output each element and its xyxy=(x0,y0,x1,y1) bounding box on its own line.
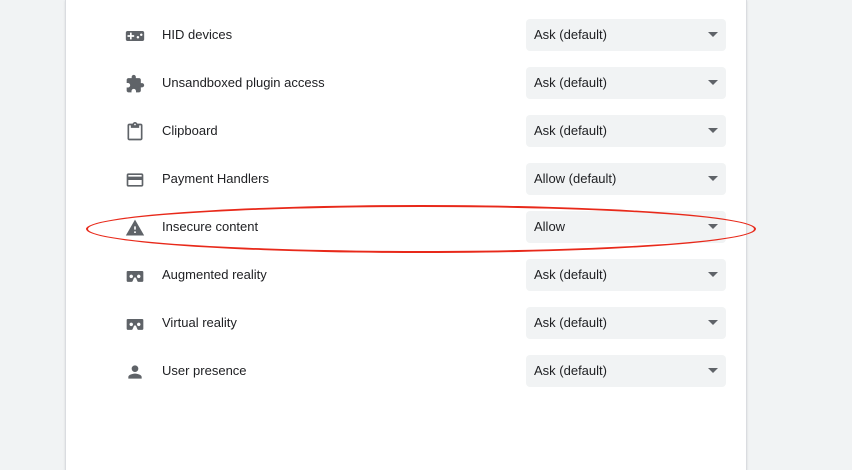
vr-headset-icon xyxy=(124,265,146,287)
unsandboxed-plugin-access-permission-select[interactable]: Ask (default) xyxy=(526,67,726,99)
select-value: Allow (default) xyxy=(534,171,617,186)
dropdown-arrow-icon xyxy=(708,80,718,85)
setting-row-payment-handlers: Payment Handlers Allow (default) xyxy=(66,155,746,203)
setting-label: HID devices xyxy=(162,27,233,42)
setting-row-hid-devices: HID devices Ask (default) xyxy=(66,11,746,59)
select-value: Ask (default) xyxy=(534,267,607,282)
dropdown-arrow-icon xyxy=(708,368,718,373)
setting-row-insecure-content: Insecure content Allow xyxy=(66,203,746,251)
vr-headset-icon xyxy=(124,313,146,335)
setting-label: Payment Handlers xyxy=(162,171,269,186)
gamepad-icon xyxy=(124,25,146,47)
dropdown-arrow-icon xyxy=(708,272,718,277)
clipboard-permission-select[interactable]: Ask (default) xyxy=(526,115,726,147)
select-value: Ask (default) xyxy=(534,315,607,330)
virtual-reality-permission-select[interactable]: Ask (default) xyxy=(526,307,726,339)
setting-row-clipboard: Clipboard Ask (default) xyxy=(66,107,746,155)
setting-label: Augmented reality xyxy=(162,267,267,282)
setting-label: Unsandboxed plugin access xyxy=(162,75,325,90)
select-value: Allow xyxy=(534,219,566,234)
select-value: Ask (default) xyxy=(534,75,607,90)
clipboard-icon xyxy=(124,121,146,143)
payment-handlers-permission-select[interactable]: Allow (default) xyxy=(526,163,726,195)
dropdown-arrow-icon xyxy=(708,176,718,181)
warning-icon xyxy=(124,217,146,239)
select-value: Ask (default) xyxy=(534,27,607,42)
augmented-reality-permission-select[interactable]: Ask (default) xyxy=(526,259,726,291)
setting-label: User presence xyxy=(162,363,247,378)
person-icon xyxy=(124,361,146,383)
dropdown-arrow-icon xyxy=(708,320,718,325)
dropdown-arrow-icon xyxy=(708,224,718,229)
insecure-content-permission-select[interactable]: Allow xyxy=(526,211,726,243)
setting-label: Clipboard xyxy=(162,123,218,138)
select-value: Ask (default) xyxy=(534,123,607,138)
dropdown-arrow-icon xyxy=(708,32,718,37)
select-value: Ask (default) xyxy=(534,363,607,378)
user-presence-permission-select[interactable]: Ask (default) xyxy=(526,355,726,387)
setting-label: Insecure content xyxy=(162,219,259,234)
dropdown-arrow-icon xyxy=(708,128,718,133)
puzzle-piece-icon xyxy=(124,73,146,95)
setting-row-augmented-reality: Augmented reality Ask (default) xyxy=(66,251,746,299)
site-settings-card: HID devices Ask (default) Unsandboxed pl… xyxy=(65,0,747,470)
credit-card-icon xyxy=(124,169,146,191)
hid-devices-permission-select[interactable]: Ask (default) xyxy=(526,19,726,51)
setting-row-virtual-reality: Virtual reality Ask (default) xyxy=(66,299,746,347)
setting-label: Virtual reality xyxy=(162,315,237,330)
setting-row-unsandboxed-plugin-access: Unsandboxed plugin access Ask (default) xyxy=(66,59,746,107)
setting-row-user-presence: User presence Ask (default) xyxy=(66,347,746,395)
